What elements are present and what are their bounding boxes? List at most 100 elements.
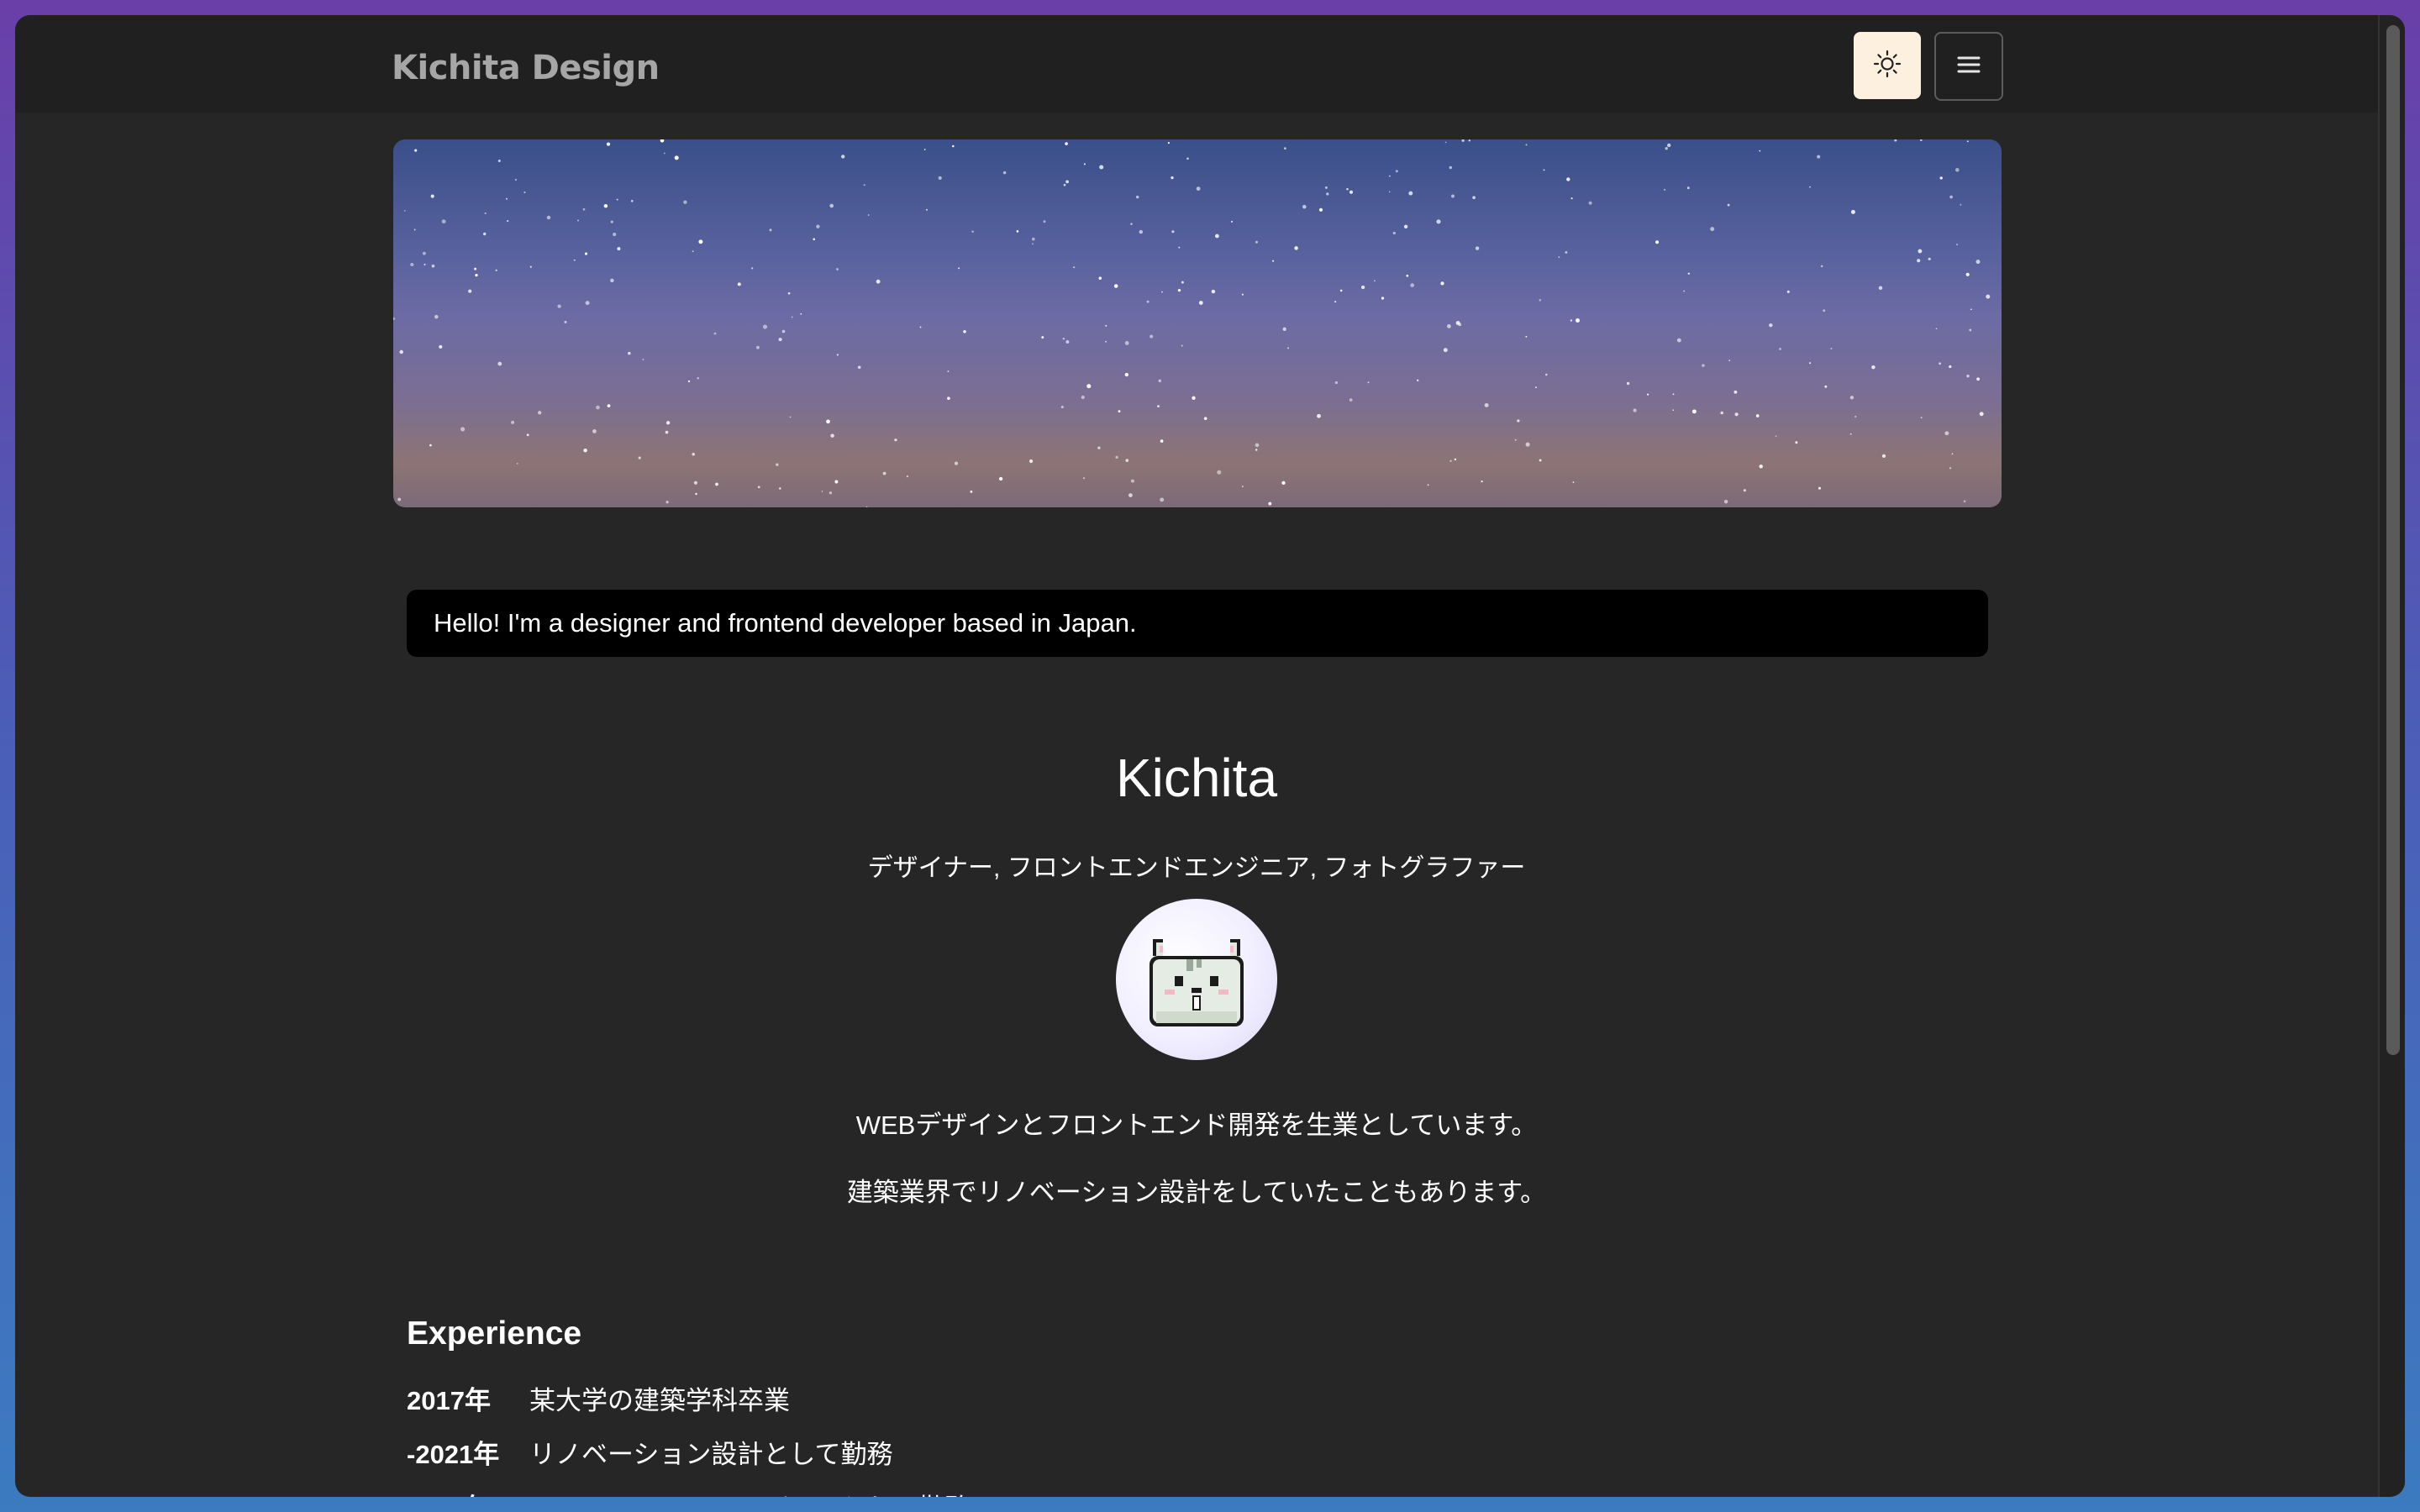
star	[1939, 362, 1941, 365]
star	[1475, 246, 1480, 250]
star	[1161, 291, 1163, 293]
star	[1063, 183, 1066, 186]
star	[1759, 465, 1763, 469]
star	[925, 208, 929, 211]
star	[529, 265, 532, 268]
greeting-banner: Hello! I'm a designer and frontend devel…	[407, 590, 1988, 657]
star	[1849, 396, 1854, 400]
star	[583, 448, 587, 453]
star	[1099, 165, 1104, 170]
star	[665, 430, 669, 434]
star	[1655, 240, 1660, 244]
star	[576, 219, 580, 222]
star	[1894, 139, 1897, 142]
star	[1326, 192, 1329, 196]
star	[1160, 439, 1164, 443]
greeting-text: Hello! I'm a designer and frontend devel…	[434, 608, 1137, 638]
star	[1016, 230, 1019, 233]
star	[1381, 297, 1385, 300]
star	[1935, 328, 1938, 330]
star	[660, 139, 665, 143]
star	[938, 176, 942, 180]
star	[483, 232, 487, 236]
star	[821, 491, 823, 492]
star	[876, 279, 881, 284]
star	[1949, 365, 1952, 369]
star	[1241, 486, 1244, 488]
star	[393, 317, 395, 321]
star	[1664, 188, 1666, 191]
star	[1086, 384, 1092, 389]
star	[1282, 327, 1286, 331]
star	[1917, 259, 1921, 263]
star	[1558, 256, 1560, 258]
vertical-scrollbar[interactable]	[2378, 15, 2405, 1497]
menu-button[interactable]	[1934, 32, 2003, 101]
star	[1849, 433, 1852, 435]
star	[769, 228, 772, 232]
star	[1575, 318, 1581, 323]
star	[403, 210, 406, 212]
star	[422, 251, 426, 255]
star	[523, 191, 526, 194]
star	[1871, 365, 1876, 370]
scrollbar-thumb[interactable]	[2386, 25, 2400, 1055]
star	[584, 252, 588, 255]
star	[506, 197, 508, 200]
star	[791, 316, 793, 318]
star	[1215, 234, 1219, 239]
experience-heading: Experience	[407, 1315, 582, 1352]
star	[484, 212, 487, 214]
star	[829, 491, 833, 495]
star	[439, 344, 443, 349]
star	[1461, 139, 1465, 142]
star	[430, 194, 434, 198]
star	[1302, 204, 1307, 209]
star	[1809, 362, 1812, 365]
star	[1965, 272, 1970, 276]
star	[1105, 324, 1107, 327]
site-logo[interactable]: Kichita Design	[392, 49, 660, 87]
star	[610, 220, 613, 223]
star	[1672, 409, 1675, 412]
star	[475, 273, 478, 277]
star	[1458, 323, 1462, 327]
star	[1824, 385, 1828, 388]
theme-toggle-button[interactable]	[1854, 32, 1921, 99]
star	[1823, 309, 1826, 312]
star	[1417, 379, 1419, 381]
star	[1118, 410, 1121, 413]
star	[1723, 500, 1728, 504]
star	[715, 482, 718, 486]
star	[1203, 417, 1207, 421]
star	[1970, 308, 1972, 311]
star	[1444, 141, 1447, 144]
star	[1975, 260, 1981, 265]
star	[1272, 260, 1275, 262]
star	[1468, 139, 1470, 142]
star	[1646, 393, 1649, 396]
star	[1449, 459, 1452, 462]
star	[698, 239, 703, 244]
star	[813, 238, 815, 241]
star	[1570, 197, 1573, 200]
star	[1105, 340, 1107, 343]
profile-roles: デザイナー, フロントエンドエンジニア, フォトグラファー	[867, 854, 1526, 882]
star	[1130, 479, 1134, 483]
star	[923, 149, 926, 150]
star	[970, 490, 973, 493]
star	[468, 289, 472, 293]
star	[836, 268, 839, 270]
star	[1944, 431, 1949, 436]
experience-year: 2017年	[407, 1386, 491, 1415]
star	[1002, 171, 1007, 175]
star	[1525, 442, 1530, 447]
star	[1920, 417, 1923, 419]
star	[737, 282, 741, 286]
star	[573, 259, 576, 261]
star	[663, 152, 666, 155]
star	[1830, 348, 1833, 349]
star	[1334, 381, 1339, 385]
star	[683, 200, 687, 204]
star	[971, 230, 974, 234]
